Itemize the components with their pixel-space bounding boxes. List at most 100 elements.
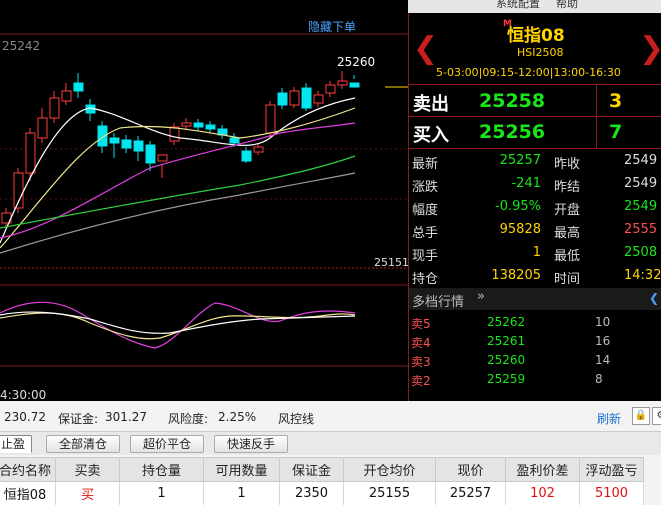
margin-value: 301.27 xyxy=(105,410,147,424)
stat-value: 2508 xyxy=(624,245,658,260)
order-line-label: 25151 xyxy=(374,256,408,269)
next-symbol-icon[interactable]: ❯ xyxy=(639,31,661,66)
depth-qty: 14 xyxy=(595,353,611,367)
kline-chart[interactable]: 25242 25260 25151 4:30:00 隐藏下单 xyxy=(0,13,408,401)
divider xyxy=(409,84,661,85)
candle-body xyxy=(325,84,336,94)
depth-row[interactable]: 卖3 25260 14 xyxy=(409,353,661,371)
over-price-close-button[interactable]: 超价平仓 xyxy=(130,435,204,453)
lock-icon[interactable]: 🔒 xyxy=(632,407,650,425)
risk-control-label: 风控线 xyxy=(278,412,315,426)
kline-chart-canvas: 25242 25260 25151 4:30:00 xyxy=(0,33,408,401)
positions-header: 合约名称 买卖 持仓量 可用数量 保证金 开仓均价 现价 盈利价差 浮动盈亏 xyxy=(0,457,645,482)
osc-line-1 xyxy=(0,301,356,349)
menu-item-settings[interactable]: 系统配置 xyxy=(496,0,540,11)
column-header[interactable]: 合约名称 xyxy=(0,457,57,482)
depth-side-label: 卖4 xyxy=(411,336,431,350)
stat-label: 时间 xyxy=(554,272,581,287)
divider xyxy=(409,148,661,149)
account-balance: 230.72 xyxy=(4,410,46,424)
margin-label: 保证金: xyxy=(58,412,99,426)
candle-body xyxy=(241,150,252,162)
stat-label: 涨跌 xyxy=(412,180,439,195)
stat-value: 2549 xyxy=(624,153,658,168)
table-cell: 买 xyxy=(55,481,121,505)
column-header[interactable]: 现价 xyxy=(435,457,507,482)
tab-stop-profit[interactable]: 止盈 xyxy=(0,435,32,453)
sell-price[interactable]: 25258 xyxy=(479,90,545,112)
candle-body xyxy=(157,154,168,162)
column-header[interactable]: 可用数量 xyxy=(203,457,281,482)
sell-label: 卖出 xyxy=(413,94,449,115)
depth-qty: 8 xyxy=(595,372,603,386)
column-header[interactable]: 盈利价差 xyxy=(505,457,581,482)
expand-icon[interactable]: ❮ xyxy=(649,291,659,305)
osc-line-3 xyxy=(0,311,356,334)
candle-body xyxy=(253,146,264,153)
candle-body xyxy=(229,137,240,144)
risk-label: 风险度: xyxy=(168,412,209,426)
depth-side-label: 卖2 xyxy=(411,374,431,388)
stat-value: 95828 xyxy=(499,222,541,237)
depth-row[interactable]: 卖4 25261 16 xyxy=(409,334,661,352)
stat-value: 2555 xyxy=(624,222,658,237)
stat-label: 最新 xyxy=(412,157,439,172)
depth-side-label: 卖3 xyxy=(411,355,431,369)
stat-value: -0.95% xyxy=(495,199,541,214)
table-cell: 25257 xyxy=(435,481,507,505)
column-header[interactable]: 保证金 xyxy=(279,457,345,482)
depth-row[interactable]: 卖5 25262 10 xyxy=(409,315,661,333)
candle-body xyxy=(181,122,192,127)
positions-table: 合约名称 买卖 持仓量 可用数量 保证金 开仓均价 现价 盈利价差 浮动盈亏 恒指08 买 1 1 23… xyxy=(0,457,645,505)
candle-body xyxy=(109,137,120,144)
column-header[interactable]: 浮动盈亏 xyxy=(579,457,645,482)
buy-volume: 7 xyxy=(609,121,623,143)
table-cell: 5100 xyxy=(579,481,645,505)
candle-body xyxy=(193,122,204,128)
trading-session: 5-03:00|09:15-12:00|13:00-16:30 xyxy=(436,66,621,79)
candle-body xyxy=(97,125,108,147)
hide-order-link[interactable]: 隐藏下单 xyxy=(308,18,356,35)
depth-row[interactable]: 卖2 25259 8 xyxy=(409,372,661,390)
buy-price[interactable]: 25256 xyxy=(479,121,545,143)
depth-side-label: 卖5 xyxy=(411,317,431,331)
stat-value: 2549 xyxy=(624,176,658,191)
ma5-line xyxy=(0,97,356,244)
column-header[interactable]: 买卖 xyxy=(55,457,121,482)
refresh-button[interactable]: 刷新 xyxy=(597,410,621,427)
stat-value: 25257 xyxy=(499,153,541,168)
stat-label: 现手 xyxy=(412,249,439,264)
column-header[interactable]: 开仓均价 xyxy=(343,457,437,482)
column-header[interactable]: 持仓量 xyxy=(119,457,205,482)
candle-body xyxy=(145,144,156,164)
system-menu-bar: 系统配置 帮助 xyxy=(408,0,661,13)
settings-icon[interactable]: ⚙ xyxy=(652,407,661,425)
double-chevron-down-icon[interactable]: » xyxy=(477,289,485,304)
menu-item-help[interactable]: 帮助 xyxy=(556,0,578,11)
close-all-button[interactable]: 全部清仓 xyxy=(46,435,120,453)
stat-label: 昨收 xyxy=(554,157,581,172)
quick-reverse-button[interactable]: 快速反手 xyxy=(214,435,288,453)
depth-qty: 16 xyxy=(595,334,611,348)
candle-body xyxy=(61,90,72,102)
candle-body xyxy=(169,126,180,142)
table-row[interactable]: 恒指08 买 1 1 2350 25155 25257 102 5100 xyxy=(0,481,645,505)
risk-value: 2.25% xyxy=(218,410,257,424)
table-cell: 2350 xyxy=(279,481,345,505)
stat-value: -241 xyxy=(511,176,541,191)
depth-price: 25259 xyxy=(487,372,526,386)
prev-symbol-icon[interactable]: ❮ xyxy=(413,31,438,66)
candle-body xyxy=(289,90,300,106)
candle-body xyxy=(265,104,276,134)
stat-label: 开盘 xyxy=(554,203,581,218)
stat-value: 1 xyxy=(532,245,541,260)
stat-label: 最低 xyxy=(554,249,581,264)
candle-body xyxy=(277,92,288,106)
candle-body xyxy=(313,94,324,104)
table-cell: 恒指08 xyxy=(0,481,57,505)
depth-header[interactable]: 多档行情 » ❮ xyxy=(409,288,661,310)
high-price-label: 25260 xyxy=(337,55,375,69)
stat-label: 最高 xyxy=(554,226,581,241)
price-axis-label: 25242 xyxy=(2,39,40,53)
depth-price: 25262 xyxy=(487,315,526,329)
